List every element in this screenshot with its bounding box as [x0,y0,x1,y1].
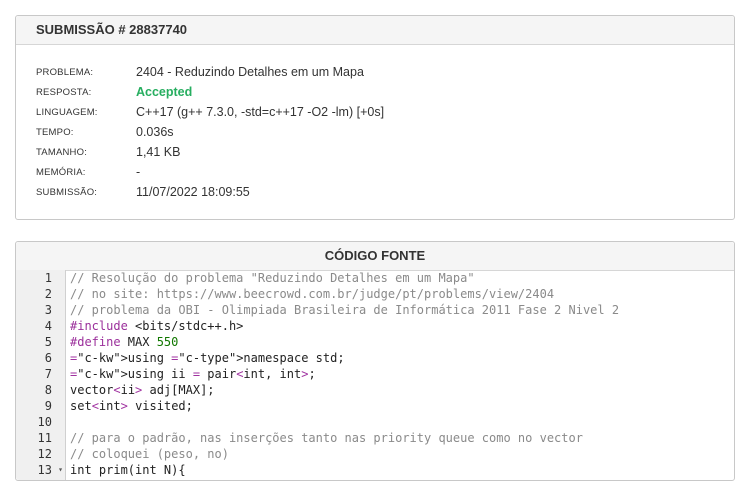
memory-value: - [136,165,141,179]
code-editor[interactable]: 1 // Resolução do problema "Reduzindo Det… [16,270,734,480]
code-text: int prim(int N){ [70,463,186,477]
line-number: 5 [44,335,52,349]
line-number: 13 ▾ [37,462,63,478]
code-line: 3 // problema da OBI - Olimpiada Brasilei… [16,302,734,318]
line-number: 12 [37,447,52,461]
info-row-size: TAMANHO: 1,41 KB [36,142,384,162]
code-line: 5 #define MAX 550 [16,334,734,350]
language-value: C++17 (g++ 7.3.0, -std=c++17 -O2 -lm) [+… [136,105,385,119]
info-row-memory: MEMÓRIA: - [36,162,384,182]
code-line: 10 [16,414,734,430]
info-row-submission-date: SUBMISSÃO: 11/07/2022 18:09:55 [36,182,384,202]
line-number: 7 [44,367,52,381]
code-text: // para o padrão, nas inserções tanto na… [70,431,583,445]
code-line: 12 // coloquei (peso, no) [16,446,734,462]
info-label: PROBLEMA: [36,66,94,78]
code-line: 6 ="c-kw">using ="c-type">namespace std; [16,350,734,366]
code-text: ="c-kw">using ="c-type">namespace std; [70,351,345,365]
info-label: TEMPO: [36,126,74,138]
code-lines: 1 // Resolução do problema "Reduzindo Det… [16,270,734,478]
code-line: 13 ▾ int prim(int N){ [16,462,734,478]
code-text: // Resolução do problema "Reduzindo Deta… [70,271,475,285]
info-row-problem: PROBLEMA: 2404 - Reduzindo Detalhes em u… [36,62,384,82]
time-value: 0.036s [136,125,174,139]
code-text: ="c-kw">using ii = pair<int, int>; [70,367,316,381]
size-value: 1,41 KB [136,145,181,159]
code-line: 7 ="c-kw">using ii = pair<int, int>; [16,366,734,382]
line-number: 10 [37,415,52,429]
code-line: 11 // para o padrão, nas inserções tanto … [16,430,734,446]
line-number: 11 [37,431,52,445]
fold-arrow-icon[interactable]: ▾ [58,462,63,478]
line-number: 1 [44,271,52,285]
code-line: 1 // Resolução do problema "Reduzindo Det… [16,270,734,286]
info-label: MEMÓRIA: [36,166,86,178]
code-text: vector<ii> adj[MAX]; [70,383,215,397]
code-text: set<int> visited; [70,399,193,413]
code-line: 9 set<int> visited; [16,398,734,414]
submission-panel: SUBMISSÃO # 28837740 PROBLEMA: 2404 - Re… [15,15,735,220]
submission-header: SUBMISSÃO # 28837740 [16,16,734,45]
code-text: #define MAX 550 [70,335,179,349]
code-line: 4 #include <bits/stdc++.h> [16,318,734,334]
source-code-panel: CÓDIGO FONTE 1 // Resolução do problema "… [15,241,735,481]
info-row-response: RESPOSTA: Accepted [36,82,384,102]
info-row-time: TEMPO: 0.036s [36,122,384,142]
line-number: 8 [44,383,52,397]
problem-value: 2404 - Reduzindo Detalhes em um Mapa [136,65,364,79]
code-line: 8 vector<ii> adj[MAX]; [16,382,734,398]
line-number: 4 [44,319,52,333]
code-text: // coloquei (peso, no) [70,447,229,461]
info-label: SUBMISSÃO: [36,186,98,198]
info-label: LINGUAGEM: [36,106,98,118]
line-number: 6 [44,351,52,365]
response-status: Accepted [136,85,193,99]
code-text: #include <bits/stdc++.h> [70,319,244,333]
line-number: 3 [44,303,52,317]
line-number: 2 [44,287,52,301]
info-label: RESPOSTA: [36,86,92,98]
code-line: 2 // no site: https://www.beecrowd.com.br… [16,286,734,302]
line-number: 9 [44,399,52,413]
code-text: // no site: https://www.beecrowd.com.br/… [70,287,555,301]
info-label: TAMANHO: [36,146,88,158]
submission-date-value: 11/07/2022 18:09:55 [136,185,250,199]
submission-info-table: PROBLEMA: 2404 - Reduzindo Detalhes em u… [36,62,384,202]
info-row-language: LINGUAGEM: C++17 (g++ 7.3.0, -std=c++17 … [36,102,384,122]
code-text: // problema da OBI - Olimpiada Brasileir… [70,303,620,317]
source-code-header: CÓDIGO FONTE [16,242,734,271]
